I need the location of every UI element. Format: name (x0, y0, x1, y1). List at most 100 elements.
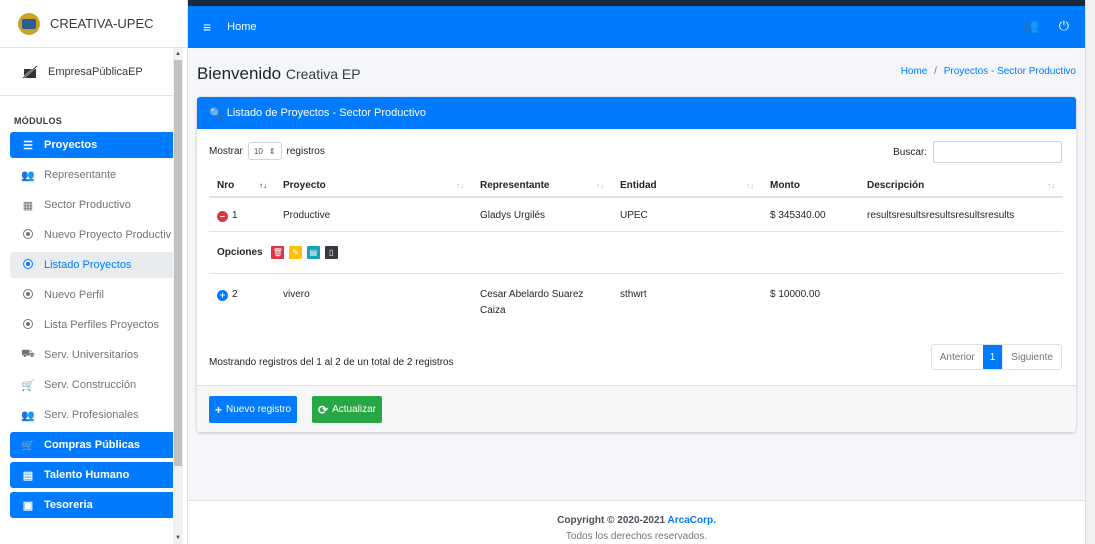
col-proyecto[interactable]: Proyecto ↑↓ (275, 175, 472, 198)
col-label: Descripción (867, 180, 925, 191)
sidebar-item-label: Listado Proyectos (44, 259, 132, 271)
options-cell: Opciones 🗑 ✎ ▤ ▯ (209, 231, 1063, 274)
cell-representante: Gladys Urgilés (472, 197, 612, 232)
card-footer: + Nuevo registro ⟳ Actualizar (197, 385, 1076, 432)
sidebar-item-label: Tesoreria (44, 499, 93, 511)
sidebar-item-compras-publicas[interactable]: 🛒 Compras Públicas (10, 432, 179, 458)
new-record-label: Nuevo registro (226, 404, 292, 415)
pager-prev[interactable]: Anterior (932, 345, 983, 369)
sidebar-item-label: Representante (44, 169, 117, 181)
sidebar-item-serv-universitarios[interactable]: ⛟ Serv. Universitarios (10, 342, 179, 368)
menu-toggle-icon[interactable]: ≡ (203, 19, 211, 35)
page-scrollbar[interactable] (1085, 0, 1095, 544)
col-representante[interactable]: Representante ↑↓ (472, 175, 612, 198)
breadcrumb: Home / Proyectos - Sector Productivo (901, 66, 1076, 77)
table-info: Mostrando registros del 1 al 2 de un tot… (209, 357, 454, 368)
home-nav-link[interactable]: Home (227, 21, 256, 33)
expand-row-icon[interactable]: + (217, 289, 228, 301)
search-icon: 🔍 (209, 107, 223, 120)
page-title-text: Bienvenido (197, 64, 282, 83)
col-monto[interactable]: Monto (762, 175, 859, 198)
page-length-control: Mostrar 10 ⇕ registros (209, 142, 325, 160)
sidebar-item-label: Lista Perfiles Proyectos (44, 319, 159, 331)
cell-nro: +2 (209, 273, 275, 325)
radio-icon (20, 288, 36, 302)
records-label: registros (286, 145, 325, 157)
table-header-row: Nro ↑↓ Proyecto ↑↓ Representante ↑↓ Entidad… (209, 175, 1063, 198)
sidebar-item-serv-construccion[interactable]: 🛒 Serv. Construcción (10, 372, 179, 398)
nav-header: MÓDULOS (14, 116, 63, 126)
sidebar-item-nuevo-perfil[interactable]: Nuevo Perfil (10, 282, 179, 308)
sidebar-scrollbar[interactable]: ▲ ▼ (173, 48, 183, 544)
search-label: Buscar: (893, 146, 927, 158)
sidebar-item-label: Serv. Construcción (44, 379, 137, 391)
new-record-button[interactable]: + Nuevo registro (209, 396, 298, 423)
sidebar-item-label: Proyectos (44, 139, 98, 151)
page-footer: Copyright © 2020-2021 ArcaCorp. Todos lo… (188, 500, 1085, 544)
show-label: Mostrar (209, 145, 243, 157)
sidebar-scroll-thumb[interactable] (174, 60, 182, 466)
sidebar-item-label: Talento Humano (44, 469, 130, 481)
users-icon: 👥 (21, 409, 35, 422)
col-nro[interactable]: Nro ↑↓ (209, 175, 275, 198)
pagination: Anterior 1 Siguiente (930, 344, 1062, 370)
cell-monto: $ 10000.00 (770, 288, 821, 300)
cell-monto: $ 345340.00 (762, 197, 859, 232)
sidebar-item-sector-productivo[interactable]: ▦ Sector Productivo (10, 192, 179, 218)
pager-current[interactable]: 1 (982, 345, 1003, 369)
top-navbar: ≡ Home 👥 ⏻ (188, 0, 1085, 48)
brand-logo-icon (18, 12, 40, 35)
id-card-icon: ▤ (22, 469, 34, 482)
plus-icon: + (215, 402, 223, 417)
scroll-up-arrow-icon[interactable]: ▲ (174, 50, 182, 58)
users-cog-icon[interactable]: 👥 (1023, 18, 1039, 34)
collapse-row-icon[interactable]: – (217, 211, 228, 222)
page-length-select[interactable]: 10 ⇕ (247, 142, 282, 160)
copyright-text: Copyright © 2020-2021 (557, 515, 666, 526)
user-panel[interactable]: EmpresaPúblicaEP (0, 48, 179, 96)
sort-asc-icon: ↑↓ (259, 181, 267, 190)
brand-name: CREATIVA-UPEC (50, 16, 154, 31)
row-details: Opciones 🗑 ✎ ▤ ▯ (209, 231, 1063, 274)
sidebar-item-lista-perfiles[interactable]: Lista Perfiles Proyectos (10, 312, 179, 338)
sidebar-item-proyectos[interactable]: ☰ Proyectos (10, 132, 179, 158)
col-label: Monto (770, 180, 800, 191)
scroll-down-arrow-icon[interactable]: ▼ (174, 534, 182, 542)
col-entidad[interactable]: Entidad ↑↓ (612, 175, 762, 198)
sidebar-item-nuevo-proyecto[interactable]: Nuevo Proyecto Productiv (10, 222, 179, 248)
sidebar-item-talento-humano[interactable]: ▤ Talento Humano (10, 462, 179, 488)
sidebar-item-label: Compras Públicas (44, 439, 140, 451)
page-length-value: 10 (253, 146, 263, 156)
main-content: Bienvenido Creativa EP Home / Proyectos … (188, 48, 1085, 500)
radio-icon (20, 258, 36, 272)
sidebar-item-listado-proyectos[interactable]: Listado Proyectos (10, 252, 179, 278)
select-arrows-icon: ⇕ (268, 146, 276, 156)
breadcrumb-home[interactable]: Home (901, 66, 928, 77)
company-link[interactable]: ArcaCorp. (668, 515, 716, 526)
document-icon[interactable]: ▤ (306, 245, 320, 259)
projects-table: Nro ↑↓ Proyecto ↑↓ Representante ↑↓ Entidad… (209, 175, 1063, 325)
rights-text: Todos los derechos reservados. (565, 531, 708, 542)
sync-icon: ⟳ (318, 402, 329, 417)
breadcrumb-current[interactable]: Proyectos - Sector Productivo (944, 66, 1076, 77)
power-off-icon[interactable]: ⏻ (1059, 18, 1069, 34)
sidebar-item-representante[interactable]: 👥 Representante (10, 162, 179, 188)
card-header: 🔍 Listado de Proyectos - Sector Producti… (197, 97, 1076, 129)
radio-icon (20, 318, 36, 332)
cell-entidad: UPEC (612, 197, 762, 232)
search-input[interactable] (933, 141, 1062, 163)
pager-next[interactable]: Siguiente (1002, 345, 1061, 369)
file-icon[interactable]: ▯ (324, 245, 338, 259)
cell-entidad: sthwrt (620, 288, 647, 300)
sidebar-item-tesoreria[interactable]: ▣ Tesoreria (10, 492, 179, 518)
sidebar-item-serv-profesionales[interactable]: 👥 Serv. Profesionales (10, 402, 179, 428)
sort-icon: ↑↓ (456, 181, 464, 190)
projects-card: 🔍 Listado de Proyectos - Sector Producti… (197, 97, 1076, 432)
users-icon: 👥 (21, 169, 35, 182)
col-descripcion[interactable]: Descripción ↑↓ (859, 175, 1063, 198)
edit-icon[interactable]: ✎ (289, 245, 303, 259)
sidebar-item-label: Nuevo Proyecto Productiv (44, 229, 172, 241)
refresh-button[interactable]: ⟳ Actualizar (312, 396, 382, 423)
brand-link[interactable]: CREATIVA-UPEC (0, 0, 187, 48)
delete-icon[interactable]: 🗑 (271, 245, 285, 259)
